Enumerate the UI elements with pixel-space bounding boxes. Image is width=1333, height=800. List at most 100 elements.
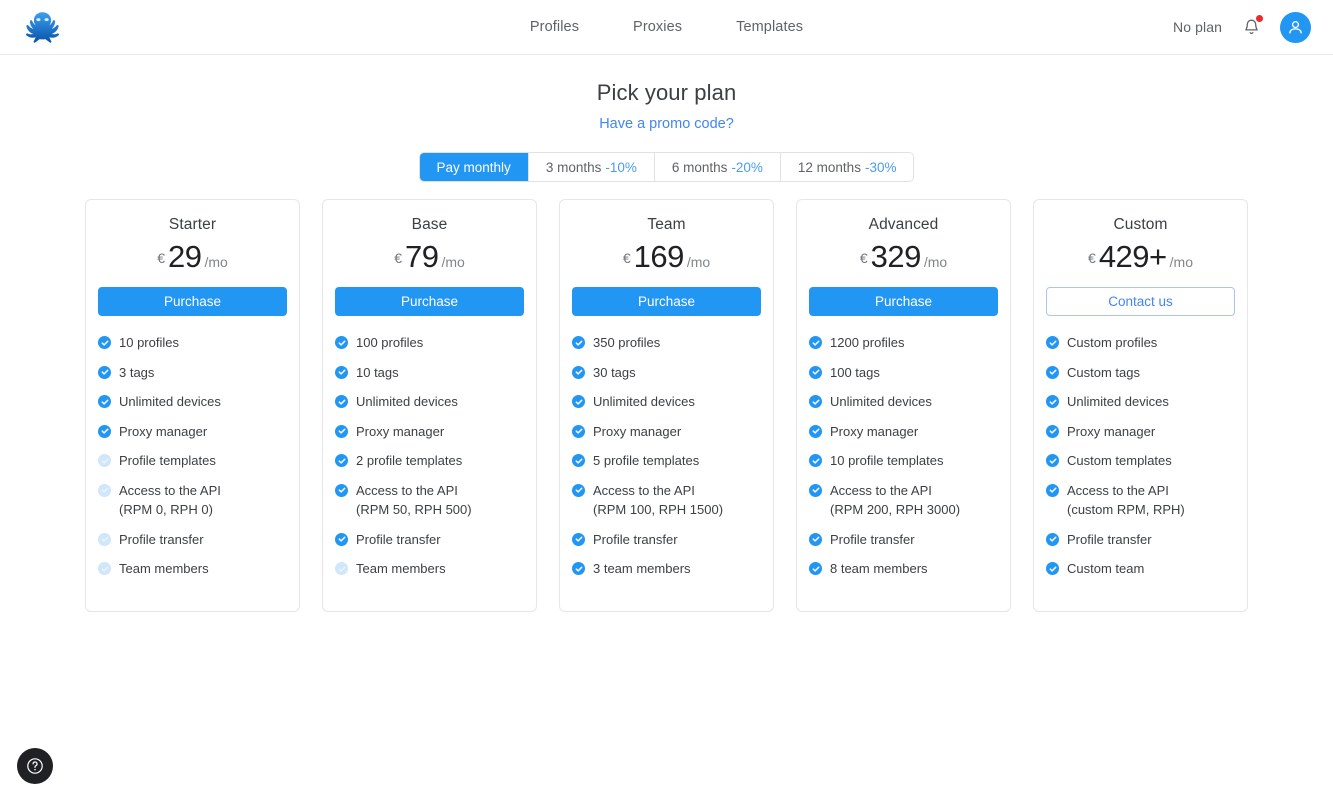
billing-option-discount: -30%	[865, 160, 897, 175]
plan-feature-label: Proxy manager	[593, 422, 681, 442]
check-circle-icon	[809, 425, 822, 438]
main-navigation: Profiles Proxies Templates	[530, 19, 803, 35]
check-circle-icon	[335, 336, 348, 349]
check-circle-icon	[809, 366, 822, 379]
plan-feature-list: 350 profiles30 tagsUnlimited devicesProx…	[572, 333, 761, 579]
plan-feature-label: 3 tags	[119, 363, 154, 383]
plan-feature-item: Unlimited devices	[98, 392, 287, 412]
billing-option-label: 12 months	[798, 160, 861, 175]
billing-option-3-months[interactable]: 3 months -10%	[529, 153, 655, 181]
plan-feature-item: Unlimited devices	[1046, 392, 1235, 412]
plan-feature-label: Proxy manager	[356, 422, 444, 442]
check-circle-icon	[572, 484, 585, 497]
plan-name: Starter	[98, 216, 287, 234]
nav-item-profiles[interactable]: Profiles	[530, 19, 579, 35]
plan-feature-label: 5 profile templates	[593, 451, 699, 471]
plan-feature-item: Access to the API (RPM 0, RPH 0)	[98, 481, 287, 520]
plan-feature-item: Access to the API (RPM 100, RPH 1500)	[572, 481, 761, 520]
billing-option-12-months[interactable]: 12 months -30%	[781, 153, 914, 181]
plan-period: /mo	[687, 254, 710, 270]
plan-feature-label: Custom profiles	[1067, 333, 1157, 353]
billing-option-6-months[interactable]: 6 months -20%	[655, 153, 781, 181]
purchase-button[interactable]: Purchase	[98, 287, 287, 316]
nav-item-templates[interactable]: Templates	[736, 19, 803, 35]
pricing-card: Starter €29/mo Purchase 10 profiles 3 tags Un…	[85, 199, 300, 612]
plan-feature-item: Profile templates	[98, 451, 287, 471]
check-circle-icon	[335, 454, 348, 467]
check-circle-icon	[1046, 366, 1059, 379]
plan-feature-label: Team members	[119, 559, 209, 579]
check-circle-icon	[1046, 425, 1059, 438]
check-circle-icon	[572, 336, 585, 349]
plan-feature-label: 10 profile templates	[830, 451, 943, 471]
check-circle-icon	[98, 366, 111, 379]
check-circle-icon	[1046, 533, 1059, 546]
plan-feature-label: 350 profiles	[593, 333, 660, 353]
plan-name: Advanced	[809, 216, 998, 234]
contact-us-button[interactable]: Contact us	[1046, 287, 1235, 316]
purchase-button[interactable]: Purchase	[572, 287, 761, 316]
header-actions: No plan	[1173, 12, 1311, 43]
plan-feature-item: Proxy manager	[809, 422, 998, 442]
check-circle-icon	[1046, 562, 1059, 575]
plan-feature-label: 10 profiles	[119, 333, 179, 353]
plan-feature-item: 30 tags	[572, 363, 761, 383]
check-circle-icon	[809, 395, 822, 408]
billing-option-label: Pay monthly	[437, 160, 511, 175]
plan-price: €79/mo	[335, 240, 524, 274]
plan-feature-item: Proxy manager	[98, 422, 287, 442]
plan-feature-label: Proxy manager	[119, 422, 207, 442]
plan-feature-label: Access to the API (RPM 100, RPH 1500)	[593, 481, 723, 520]
plan-feature-item: 8 team members	[809, 559, 998, 579]
plan-feature-item: Access to the API (custom RPM, RPH)	[1046, 481, 1235, 520]
plan-feature-label: 100 tags	[830, 363, 880, 383]
plan-price: €329/mo	[809, 240, 998, 274]
pricing-card: Advanced€329/moPurchase1200 profiles100 …	[796, 199, 1011, 612]
plan-feature-item: Custom tags	[1046, 363, 1235, 383]
nav-item-proxies[interactable]: Proxies	[633, 19, 682, 35]
billing-option-label: 3 months	[546, 160, 602, 175]
check-circle-icon	[572, 533, 585, 546]
user-avatar-icon[interactable]	[1280, 12, 1311, 43]
plan-feature-label: Access to the API (RPM 200, RPH 3000)	[830, 481, 960, 520]
plan-feature-label: Profile transfer	[119, 530, 204, 550]
plan-currency: €	[1088, 250, 1096, 266]
plan-feature-label: 10 tags	[356, 363, 399, 383]
billing-period-toggle: Pay monthly 3 months -10% 6 months -20% …	[419, 152, 915, 182]
plan-feature-item: Team members	[98, 559, 287, 579]
plan-currency: €	[860, 250, 868, 266]
check-circle-disabled-icon	[98, 484, 111, 497]
help-support-button[interactable]	[17, 748, 53, 784]
billing-option-label: 6 months	[672, 160, 728, 175]
purchase-button[interactable]: Purchase	[335, 287, 524, 316]
plan-feature-label: Unlimited devices	[119, 392, 221, 412]
plan-feature-item: Profile transfer	[809, 530, 998, 550]
plan-price: €29/mo	[98, 240, 287, 274]
check-circle-icon	[809, 336, 822, 349]
plan-feature-label: 8 team members	[830, 559, 928, 579]
purchase-button[interactable]: Purchase	[809, 287, 998, 316]
plan-feature-label: Profile transfer	[356, 530, 441, 550]
app-header: Profiles Proxies Templates No plan	[0, 0, 1333, 55]
plan-feature-item: Profile transfer	[1046, 530, 1235, 550]
check-circle-icon	[335, 484, 348, 497]
plan-feature-item: 10 profiles	[98, 333, 287, 353]
promo-code-link[interactable]: Have a promo code?	[0, 116, 1333, 132]
octopus-logo-icon[interactable]	[22, 7, 62, 47]
plan-currency: €	[157, 250, 165, 266]
plan-feature-label: 30 tags	[593, 363, 636, 383]
check-circle-icon	[809, 562, 822, 575]
plan-feature-item: Unlimited devices	[335, 392, 524, 412]
billing-option-discount: -10%	[605, 160, 637, 175]
plan-feature-item: 350 profiles	[572, 333, 761, 353]
check-circle-icon	[572, 366, 585, 379]
check-circle-icon	[335, 425, 348, 438]
plan-feature-item: 5 profile templates	[572, 451, 761, 471]
notification-bell-icon[interactable]	[1240, 15, 1262, 39]
billing-option-monthly[interactable]: Pay monthly	[420, 153, 529, 181]
plan-period: /mo	[1170, 254, 1193, 270]
plan-feature-label: Custom templates	[1067, 451, 1172, 471]
pricing-card: Base€79/moPurchase100 profiles10 tagsUnl…	[322, 199, 537, 612]
plan-period: /mo	[204, 254, 227, 270]
plan-feature-label: Team members	[356, 559, 446, 579]
